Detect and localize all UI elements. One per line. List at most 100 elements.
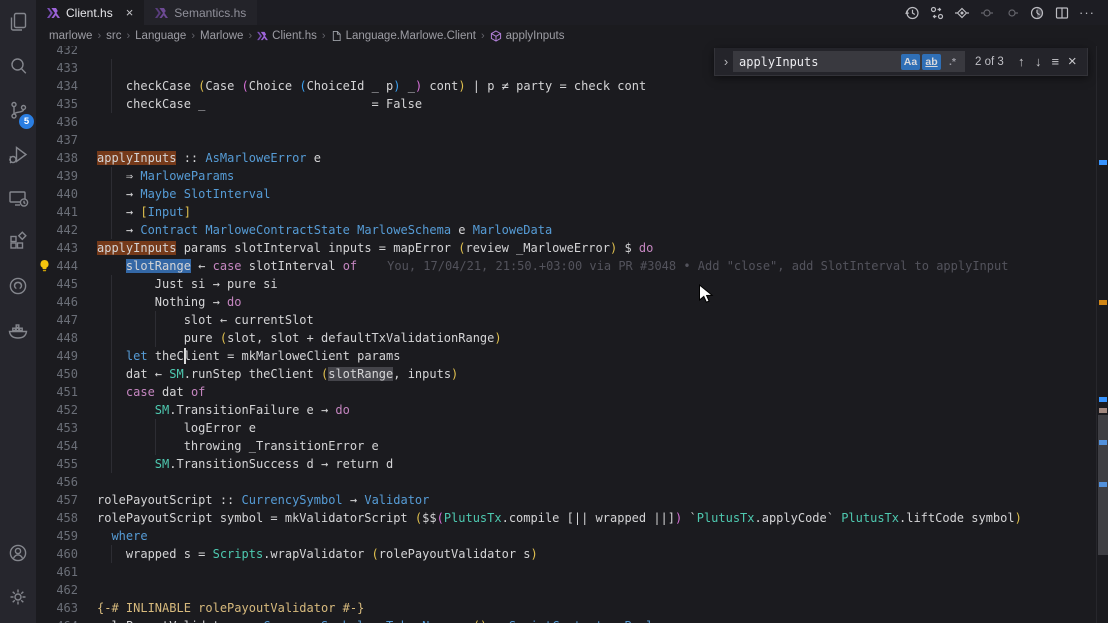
code-token: → [97,205,141,219]
haskell-icon [155,7,169,18]
code-token: → [97,187,141,201]
code-token: ` [682,511,697,525]
close-find-icon[interactable]: × [1064,52,1081,72]
code-line[interactable]: 459 where [36,527,1108,545]
code-line[interactable]: 455 SM.TransitionSuccess d → return d [36,455,1108,473]
code-line[interactable]: 443 applyInputs params slotInterval input… [36,239,1108,257]
line-number: 452 [56,403,78,417]
code-token: ⇒ [97,169,141,183]
breadcrumb-item-module[interactable]: Language.Marlowe.Client [331,30,476,42]
code-text: {-# INLINABLE rolePayoutValidator #-} [97,599,364,617]
code-token: → [364,619,386,623]
extensions-icon[interactable] [0,220,36,264]
line-number: 461 [56,565,78,579]
code-token: case [125,385,155,399]
code-line[interactable]: 452 SM.TransitionFailure e → do [36,401,1108,419]
code-editor[interactable]: 432 433 434 checkCase (Case (Choice (Choic… [36,46,1108,623]
find-next-icon[interactable]: ↓ [1030,52,1047,72]
code-line[interactable]: 461 [36,563,1108,581]
code-line[interactable]: 464 rolePayoutValidator :: CurrencySymbol… [36,617,1108,623]
tab-semantics-hs[interactable]: Semantics.hs [144,0,258,25]
code-line[interactable]: 441 → [Input] [36,203,1108,221]
scrollbar[interactable] [1096,46,1108,623]
find-in-selection-icon[interactable]: ≡ [1047,52,1064,72]
code-line[interactable]: 439 ⇒ MarloweParams [36,167,1108,185]
code-line[interactable]: 437 [36,131,1108,149]
code-line[interactable]: 438 applyInputs :: AsMarloweError e [36,149,1108,167]
breadcrumb-item-symbol[interactable]: applyInputs [490,30,564,42]
breadcrumb-item[interactable]: Language [135,30,186,42]
code-token: → [97,223,141,237]
line-number: 446 [56,295,78,309]
next-change-icon[interactable] [1001,0,1023,25]
breadcrumb-item[interactable]: src [106,30,121,42]
tab-close-icon[interactable]: × [126,5,134,20]
code-text: Nothing → do [97,293,242,311]
code-line[interactable]: 445 Just si → pure si [36,275,1108,293]
code-line[interactable]: 454 throwing _TransitionError e [36,437,1108,455]
code-line[interactable]: 462 [36,581,1108,599]
breadcrumb-item[interactable]: Marlowe [200,30,243,42]
code-token: review _MarloweError [465,241,610,255]
whole-word-button[interactable]: ab [922,53,941,70]
tab-client-hs[interactable]: Client.hs × [36,0,145,25]
breadcrumb-item[interactable]: marlowe [49,30,92,42]
find-previous-icon[interactable]: ↑ [1013,52,1030,72]
github-icon[interactable] [0,264,36,308]
split-editor-icon[interactable] [1051,0,1073,25]
history-icon[interactable] [901,0,923,25]
code-token: slotRange [125,259,191,273]
code-line[interactable]: 444 slotRange ← case slotInterval of You,… [36,257,1108,275]
code-line[interactable]: 448 pure (slot, slot + defaultTxValidati… [36,329,1108,347]
run-debug-icon[interactable] [0,132,36,176]
code-line[interactable]: 446 Nothing → do [36,293,1108,311]
accounts-icon[interactable] [0,531,36,575]
regex-button[interactable]: .* [943,54,962,70]
code-token: cont [422,79,459,93]
overview-ruler-mark [1099,397,1107,402]
explorer-icon[interactable] [0,0,36,44]
docker-icon[interactable] [0,308,36,352]
open-changes-icon[interactable] [926,0,948,25]
match-case-button[interactable]: Aa [901,53,920,70]
code-line[interactable]: 457 rolePayoutScript :: CurrencySymbol → … [36,491,1108,509]
code-token: MarloweData [472,223,553,237]
code-line[interactable]: 453 logError e [36,419,1108,437]
remote-explorer-icon[interactable] [0,176,36,220]
code-line[interactable]: 442 → Contract MarloweContractState Marl… [36,221,1108,239]
code-token: Contract [140,223,199,237]
tab-bar: Client.hs × Semantics.hs ··· [36,0,1108,25]
code-line[interactable]: 440 → Maybe SlotInterval [36,185,1108,203]
timeline-icon[interactable] [1026,0,1048,25]
code-text: case dat of [97,383,205,401]
code-line[interactable]: 436 [36,113,1108,131]
breadcrumb-item-file[interactable]: Client.hs [257,30,317,42]
find-widget: › Aa ab .* 2 of 3 ↑ ↓ ≡ × [714,48,1088,76]
search-icon[interactable] [0,44,36,88]
code-line[interactable]: 434 checkCase (Case (Choice (ChoiceId _ … [36,77,1108,95]
code-text: slot ← currentSlot [97,311,314,329]
scrollbar-thumb[interactable] [1098,415,1108,555]
code-line[interactable]: 450 dat ← SM.runStep theClient (slotRang… [36,365,1108,383]
code-line[interactable]: 449 let theClient = mkMarloweClient para… [36,347,1108,365]
code-line[interactable]: 456 [36,473,1108,491]
find-input[interactable] [739,54,899,69]
line-number: 451 [56,385,78,399]
code-line[interactable]: 435 checkCase _ = False [36,95,1108,113]
more-actions-icon[interactable]: ··· [1076,0,1098,25]
code-token: () [473,619,487,623]
line-number: 442 [56,223,78,237]
code-line[interactable]: 447 slot ← currentSlot [36,311,1108,329]
code-line[interactable]: 463 {-# INLINABLE rolePayoutValidator #-} [36,599,1108,617]
source-control-icon[interactable]: 5 [0,88,36,132]
toggle-blame-icon[interactable] [951,0,973,25]
toggle-replace-icon[interactable]: › [719,54,733,69]
code-token: throwing _TransitionError e [97,439,379,453]
settings-gear-icon[interactable] [0,575,36,619]
code-line[interactable]: 458 rolePayoutScript symbol = mkValidator… [36,509,1108,527]
code-line[interactable]: 451 case dat of [36,383,1108,401]
previous-change-icon[interactable] [976,0,998,25]
code-token: slotRange [328,367,394,381]
code-line[interactable]: 460 wrapped s = Scripts.wrapValidator (r… [36,545,1108,563]
